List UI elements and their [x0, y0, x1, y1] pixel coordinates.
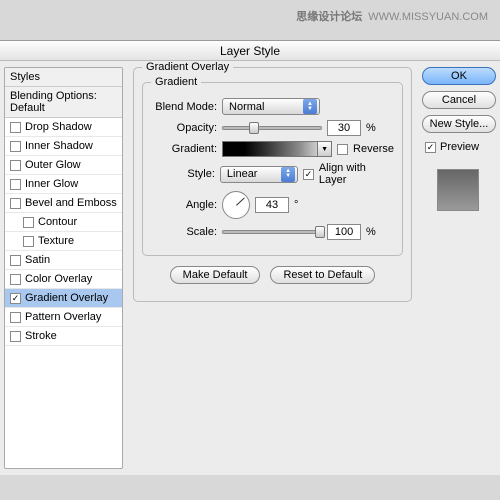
style-item-bevel-and-emboss[interactable]: Bevel and Emboss: [5, 194, 122, 213]
style-label: Style:: [151, 168, 215, 180]
style-select[interactable]: Linear ▲▼: [220, 166, 298, 183]
style-item-label: Bevel and Emboss: [25, 197, 117, 209]
style-item-label: Gradient Overlay: [25, 292, 108, 304]
style-checkbox[interactable]: [23, 236, 34, 247]
gradient-picker[interactable]: ▼: [222, 141, 332, 157]
style-item-pattern-overlay[interactable]: Pattern Overlay: [5, 308, 122, 327]
style-checkbox[interactable]: [10, 312, 21, 323]
style-item-inner-glow[interactable]: Inner Glow: [5, 175, 122, 194]
style-item-gradient-overlay[interactable]: Gradient Overlay: [5, 289, 122, 308]
right-button-panel: OK Cancel New Style... Preview: [422, 67, 496, 469]
style-item-inner-shadow[interactable]: Inner Shadow: [5, 137, 122, 156]
inner-legend: Gradient: [151, 76, 201, 88]
styles-header[interactable]: Styles: [5, 68, 122, 87]
outer-legend: Gradient Overlay: [142, 61, 233, 73]
style-checkbox[interactable]: [10, 274, 21, 285]
blend-mode-label: Blend Mode:: [151, 101, 217, 113]
style-item-label: Stroke: [25, 330, 57, 342]
style-item-drop-shadow[interactable]: Drop Shadow: [5, 118, 122, 137]
ok-button[interactable]: OK: [422, 67, 496, 85]
style-checkbox[interactable]: [10, 293, 21, 304]
dropdown-arrows-icon: ▲▼: [281, 167, 295, 182]
align-label: Align with Layer: [319, 162, 394, 186]
blending-options[interactable]: Blending Options: Default: [5, 87, 122, 118]
dropdown-arrows-icon: ▲▼: [303, 99, 317, 114]
percent-label: %: [366, 122, 376, 134]
scale-input[interactable]: [327, 224, 361, 240]
layer-style-dialog: Layer Style Styles Blending Options: Def…: [0, 40, 500, 475]
style-item-color-overlay[interactable]: Color Overlay: [5, 270, 122, 289]
degree-label: °: [294, 199, 298, 211]
style-item-label: Inner Glow: [25, 178, 78, 190]
style-item-label: Satin: [25, 254, 50, 266]
reverse-label: Reverse: [353, 143, 394, 155]
dialog-title: Layer Style: [0, 41, 500, 61]
angle-label: Angle:: [151, 199, 217, 211]
style-checkbox[interactable]: [10, 141, 21, 152]
style-item-label: Pattern Overlay: [25, 311, 101, 323]
preview-checkbox[interactable]: [425, 142, 436, 153]
style-item-outer-glow[interactable]: Outer Glow: [5, 156, 122, 175]
style-item-label: Texture: [38, 235, 74, 247]
style-checkbox[interactable]: [10, 331, 21, 342]
style-checkbox[interactable]: [10, 160, 21, 171]
slider-thumb[interactable]: [315, 226, 325, 238]
style-checkbox[interactable]: [10, 122, 21, 133]
cancel-button[interactable]: Cancel: [422, 91, 496, 109]
reset-default-button[interactable]: Reset to Default: [270, 266, 375, 284]
style-item-label: Drop Shadow: [25, 121, 92, 133]
style-checkbox[interactable]: [23, 217, 34, 228]
opacity-input[interactable]: [327, 120, 361, 136]
style-item-label: Color Overlay: [25, 273, 92, 285]
style-item-contour[interactable]: Contour: [5, 213, 122, 232]
opacity-label: Opacity:: [151, 122, 217, 134]
opacity-slider[interactable]: [222, 126, 322, 130]
style-item-label: Contour: [38, 216, 77, 228]
watermark: 思缘设计论坛WWW.MISSYUAN.COM: [296, 8, 488, 24]
chevron-down-icon: ▼: [317, 142, 331, 156]
preview-swatch: [437, 169, 479, 211]
style-item-label: Inner Shadow: [25, 140, 93, 152]
scale-label: Scale:: [151, 226, 217, 238]
style-item-texture[interactable]: Texture: [5, 232, 122, 251]
style-checkbox[interactable]: [10, 179, 21, 190]
preview-label: Preview: [440, 141, 479, 153]
style-checkbox[interactable]: [10, 198, 21, 209]
angle-dial[interactable]: [222, 191, 250, 219]
percent-label: %: [366, 226, 376, 238]
style-item-stroke[interactable]: Stroke: [5, 327, 122, 346]
blend-mode-select[interactable]: Normal ▲▼: [222, 98, 320, 115]
style-item-satin[interactable]: Satin: [5, 251, 122, 270]
slider-thumb[interactable]: [249, 122, 259, 134]
scale-slider[interactable]: [222, 230, 322, 234]
gradient-overlay-panel: Gradient Overlay Gradient Blend Mode: No…: [133, 67, 412, 469]
align-checkbox[interactable]: [303, 169, 314, 180]
new-style-button[interactable]: New Style...: [422, 115, 496, 133]
style-item-label: Outer Glow: [25, 159, 81, 171]
reverse-checkbox[interactable]: [337, 144, 348, 155]
make-default-button[interactable]: Make Default: [170, 266, 261, 284]
styles-list: Styles Blending Options: Default Drop Sh…: [4, 67, 123, 469]
gradient-label: Gradient:: [151, 143, 217, 155]
angle-input[interactable]: [255, 197, 289, 213]
style-checkbox[interactable]: [10, 255, 21, 266]
